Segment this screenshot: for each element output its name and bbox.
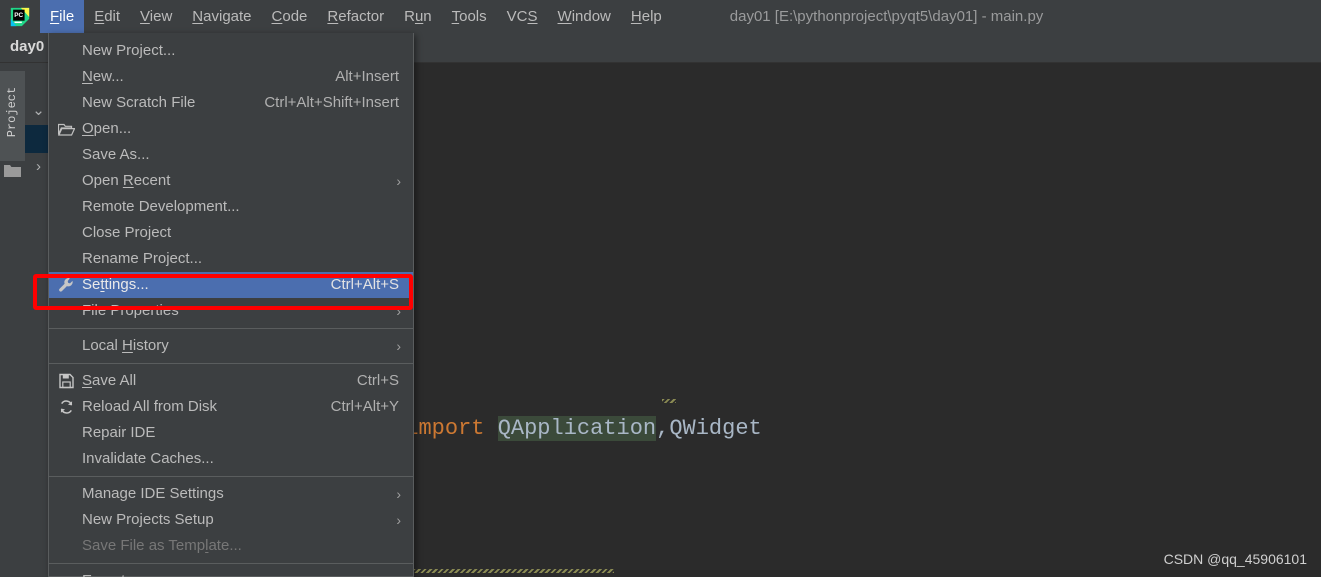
window-title: day01 [E:\pythonproject\pyqt5\day01] - m…	[729, 8, 1044, 25]
menu-item-save-file-as-template: Save File as Template...	[49, 533, 413, 559]
code-token-qwidget: ,QWidget	[656, 416, 762, 441]
menu-window[interactable]: Window	[548, 0, 621, 33]
menu-vcs[interactable]: VCS	[497, 0, 548, 33]
menu-item-reload-all-from-disk-label: Reload All from Disk	[82, 398, 218, 415]
pycharm-logo-icon: PC	[0, 0, 40, 33]
chevron-right-icon: ›	[396, 568, 401, 577]
breadcrumb-project[interactable]: day0	[10, 38, 44, 55]
menu-refactor[interactable]: Refactor	[317, 0, 394, 33]
folder-icon[interactable]	[4, 163, 21, 177]
menu-item-open-recent-label: Open Recent	[82, 172, 171, 189]
menu-item-new-project[interactable]: New Project...	[49, 38, 413, 64]
code-token-qapplication: QApplication	[497, 416, 657, 441]
menu-item-remote-development-label: Remote Development...	[82, 198, 240, 215]
menu-item-rename-project-label: Rename Project...	[82, 250, 203, 267]
save-icon	[59, 373, 74, 389]
menu-run[interactable]: Run	[394, 0, 442, 33]
reload-icon	[60, 400, 73, 414]
chevron-right-icon: ›	[396, 512, 401, 528]
menu-item-new[interactable]: New... Alt+Insert	[49, 64, 413, 90]
menu-item-export-label: Export	[82, 572, 125, 577]
menu-item-invalidate-caches[interactable]: Invalidate Caches...	[49, 446, 413, 472]
menu-item-reload-all-from-disk-accel: Ctrl+Alt+Y	[330, 398, 399, 415]
menu-item-settings[interactable]: Settings... Ctrl+Alt+S	[49, 272, 413, 298]
wrench-icon	[59, 278, 73, 292]
menu-item-new-scratch-file[interactable]: New Scratch File Ctrl+Alt+Shift+Insert	[49, 90, 413, 116]
menu-separator-2	[49, 363, 413, 364]
menu-item-new-label: New...	[82, 68, 124, 85]
menu-item-new-projects-setup-label: New Projects Setup	[82, 511, 214, 528]
tool-window-tab-project-label: Project	[5, 86, 19, 138]
menu-help[interactable]: Help	[621, 0, 672, 33]
chevron-right-icon: ›	[396, 173, 401, 189]
pycharm-logo-svg: PC	[10, 7, 30, 26]
menu-item-local-history[interactable]: Local History ›	[49, 333, 413, 359]
menu-bar-items: File Edit View Navigate Code Refactor Ru…	[40, 0, 672, 33]
menu-item-remote-development[interactable]: Remote Development...	[49, 194, 413, 220]
menu-navigate[interactable]: Navigate	[182, 0, 261, 33]
chevron-right-icon: ›	[396, 303, 401, 319]
menu-item-rename-project[interactable]: Rename Project...	[49, 246, 413, 272]
tool-window-tab-project[interactable]: Project	[0, 71, 25, 161]
menu-tools[interactable]: Tools	[442, 0, 497, 33]
menu-item-close-project-label: Close Project	[82, 224, 172, 241]
menu-edit[interactable]: Edit	[84, 0, 130, 33]
menu-item-save-as-label: Save As...	[82, 146, 150, 163]
menu-item-reload-all-from-disk[interactable]: Reload All from Disk Ctrl+Alt+Y	[49, 394, 413, 420]
menu-item-settings-accel: Ctrl+Alt+S	[330, 276, 399, 293]
menu-item-invalidate-caches-label: Invalidate Caches...	[82, 450, 214, 467]
menu-item-close-project[interactable]: Close Project	[49, 220, 413, 246]
menu-item-repair-ide-label: Repair IDE	[82, 424, 156, 441]
menu-code[interactable]: Code	[262, 0, 318, 33]
pycharm-window: PC File Edit View Navigate Code Refactor…	[0, 0, 1321, 577]
menu-item-new-scratch-file-accel: Ctrl+Alt+Shift+Insert	[264, 94, 399, 111]
menu-item-new-projects-setup[interactable]: New Projects Setup ›	[49, 507, 413, 533]
file-menu-popup[interactable]: New Project... New... Alt+Insert New Scr…	[48, 33, 414, 577]
folder-open-icon	[58, 123, 75, 136]
menu-item-new-scratch-file-label: New Scratch File	[82, 94, 196, 111]
menu-bar: PC File Edit View Navigate Code Refactor…	[0, 0, 1321, 33]
menu-item-open[interactable]: Open...	[49, 116, 413, 142]
menu-item-open-label: Open...	[82, 120, 132, 137]
menu-item-new-project-label: New Project...	[82, 42, 176, 59]
code-token-import-kw2: import	[405, 416, 498, 441]
watermark-text: CSDN @qq_45906101	[1163, 551, 1307, 567]
menu-item-manage-ide-settings[interactable]: Manage IDE Settings ›	[49, 481, 413, 507]
menu-item-save-all-label: Save All	[82, 372, 137, 389]
menu-file[interactable]: File	[40, 0, 85, 33]
menu-separator-3	[49, 476, 413, 477]
svg-text:PC: PC	[14, 12, 23, 19]
chevron-right-icon: ›	[396, 486, 401, 502]
menu-item-new-accel: Alt+Insert	[335, 68, 399, 85]
menu-item-save-file-as-template-label: Save File as Template...	[82, 537, 242, 554]
menu-item-open-recent[interactable]: Open Recent ›	[49, 168, 413, 194]
menu-item-manage-ide-settings-label: Manage IDE Settings	[82, 485, 224, 502]
menu-view[interactable]: View	[130, 0, 182, 33]
menu-item-export[interactable]: Export ›	[49, 568, 413, 577]
menu-item-settings-label: Settings...	[82, 276, 149, 293]
menu-item-file-properties[interactable]: File Properties ›	[49, 298, 413, 324]
menu-separator-4	[49, 563, 413, 564]
menu-separator-1	[49, 328, 413, 329]
chevron-right-icon: ›	[396, 338, 401, 354]
inspection-squiggle	[662, 399, 676, 403]
menu-item-save-as[interactable]: Save As...	[49, 142, 413, 168]
left-tool-rail: Project	[0, 63, 25, 577]
menu-item-save-all-accel: Ctrl+S	[356, 372, 399, 389]
menu-item-save-all[interactable]: Save All Ctrl+S	[49, 368, 413, 394]
menu-item-file-properties-label: File Properties	[82, 302, 179, 319]
menu-item-local-history-label: Local History	[82, 337, 169, 354]
menu-item-repair-ide[interactable]: Repair IDE	[49, 420, 413, 446]
